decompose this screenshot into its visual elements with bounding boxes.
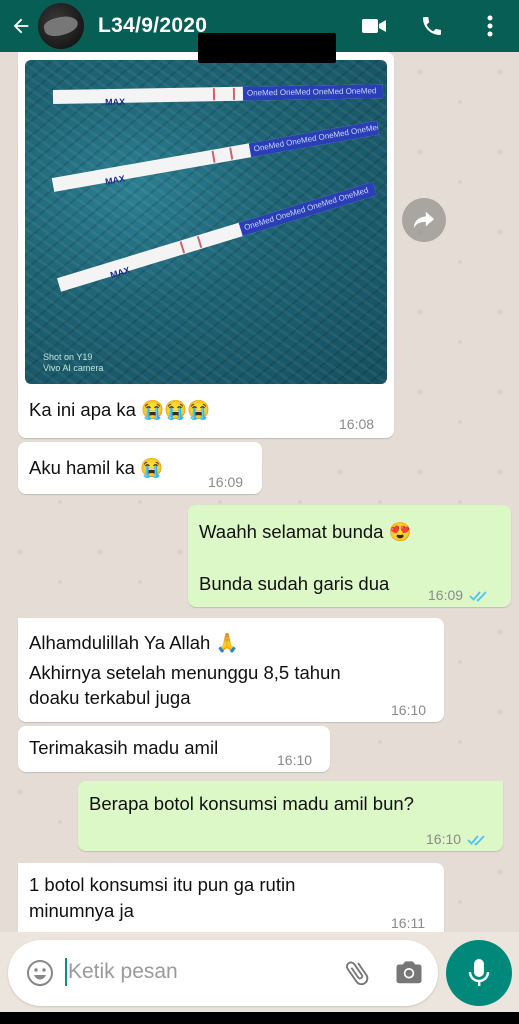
forward-icon: [413, 211, 435, 229]
message-time: 16:10: [277, 752, 313, 768]
message-text: 1 botol konsumsi itu pun ga rutin: [29, 874, 296, 895]
mic-icon: [468, 959, 490, 986]
message-bubble[interactable]: Berapa botol konsumsi madu amil bun? 16:…: [78, 781, 503, 851]
message-bubble[interactable]: Terimakasih madu amil 16:10: [18, 726, 330, 772]
message-time: 16:10: [426, 827, 487, 852]
message-text: doaku terkabul juga: [29, 687, 191, 708]
message-text: Aku hamil ka 😭: [29, 457, 164, 478]
message-text: Akhirnya setelah menunggu 8,5 tahun: [29, 662, 341, 683]
more-vert-icon: [487, 15, 493, 37]
double-check-icon: [467, 835, 485, 847]
message-text: Terimakasih madu amil: [29, 737, 219, 758]
redaction-box: [198, 33, 336, 63]
message-bubble[interactable]: Waahh selamat bunda 😍 Bunda sudah garis …: [188, 505, 511, 607]
system-nav-bar: [0, 1012, 519, 1024]
video-call-icon: [362, 19, 386, 33]
message-time: 16:09: [208, 474, 244, 490]
message-input[interactable]: Ketik pesan: [68, 960, 178, 984]
emoji-icon[interactable]: [26, 959, 54, 987]
chat-area[interactable]: MAX OneMed OneMed OneMed OneMed MAX OneM…: [0, 52, 519, 932]
message-text: minumnya ja: [29, 900, 134, 921]
double-check-icon: [469, 591, 487, 603]
message-text: Berapa botol konsumsi madu amil bun?: [89, 793, 414, 814]
message-bubble[interactable]: Alhamdulillah Ya Allah 🙏 Akhirnya setela…: [18, 618, 444, 722]
more-options-button[interactable]: [461, 0, 519, 52]
pregnancy-test-photo[interactable]: MAX OneMed OneMed OneMed OneMed MAX OneM…: [25, 60, 387, 384]
camera-watermark: Shot on Y19 Vivo AI camera: [43, 352, 104, 373]
message-bubble[interactable]: Aku hamil ka 😭 16:09: [18, 442, 262, 494]
contact-name[interactable]: L34/9/2020: [98, 14, 207, 38]
message-text: Alhamdulillah Ya Allah 🙏: [29, 632, 239, 653]
message-text: Ka ini apa ka 😭😭😭: [29, 399, 211, 420]
camera-icon[interactable]: [394, 958, 424, 986]
arrow-left-icon: [13, 18, 29, 34]
video-call-button[interactable]: [345, 0, 403, 52]
phone-icon: [423, 17, 441, 35]
forward-button[interactable]: [402, 198, 446, 242]
voice-call-button[interactable]: [403, 0, 461, 52]
message-time: 16:10: [391, 702, 427, 718]
text-caret: [65, 958, 67, 986]
message-time: 16:09: [428, 583, 489, 608]
message-bubble[interactable]: 1 botol konsumsi itu pun ga rutin minumn…: [18, 863, 444, 932]
message-time: 16:08: [339, 416, 375, 432]
message-text: Bunda sudah garis dua: [199, 573, 390, 594]
mic-button[interactable]: [446, 940, 512, 1006]
message-text: Waahh selamat bunda 😍: [199, 521, 412, 542]
avatar[interactable]: [38, 3, 84, 49]
attach-icon[interactable]: [342, 958, 372, 988]
image-message[interactable]: MAX OneMed OneMed OneMed OneMed MAX OneM…: [18, 52, 394, 438]
message-time: 16:11: [391, 915, 425, 931]
message-input-bar[interactable]: Ketik pesan: [8, 940, 438, 1006]
back-button[interactable]: [4, 0, 38, 52]
